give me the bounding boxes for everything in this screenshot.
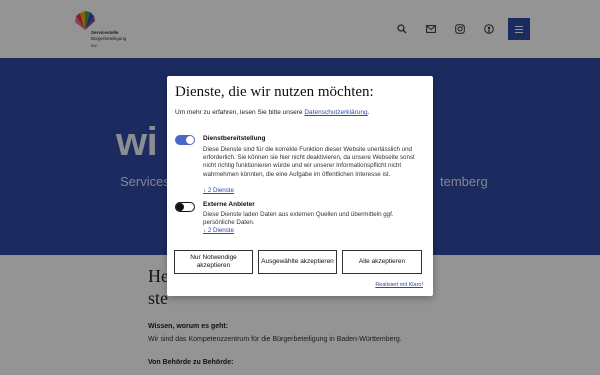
- privacy-policy-link[interactable]: Datenschutzerklärung: [304, 109, 367, 116]
- accept-necessary-button[interactable]: Nur Notwendige akzeptieren: [174, 250, 253, 274]
- consent-title: Dienste, die wir nutzen möchten:: [175, 84, 374, 100]
- service-desc-dienstbereitstellung: Diese Dienste sind für die korrekte Funk…: [203, 146, 415, 178]
- service-expand-dienstbereitstellung[interactable]: ↓ 2 Dienste: [203, 187, 234, 194]
- toggle-dienstbereitstellung[interactable]: [175, 135, 195, 145]
- accept-selected-button[interactable]: Ausgewählte akzeptieren: [258, 250, 337, 274]
- service-name-dienstbereitstellung: Dienstbereitstellung: [203, 135, 266, 142]
- service-name-externe-anbieter: Externe Anbieter: [203, 201, 255, 208]
- service-expand-externe-anbieter[interactable]: ↓ 2 Dienste: [203, 227, 234, 234]
- accept-all-button[interactable]: Alle akzeptieren: [342, 250, 422, 274]
- toggle-externe-anbieter[interactable]: [175, 202, 195, 212]
- service-desc-externe-anbieter: Diese Dienste laden Daten aus externen Q…: [203, 211, 394, 227]
- klaro-credit-link[interactable]: Realisiert mit Klaro!: [375, 282, 423, 288]
- consent-intro: Um mehr zu erfahren, lesen Sie bitte uns…: [175, 109, 370, 116]
- consent-dialog: Dienste, die wir nutzen möchten: Um mehr…: [167, 76, 433, 296]
